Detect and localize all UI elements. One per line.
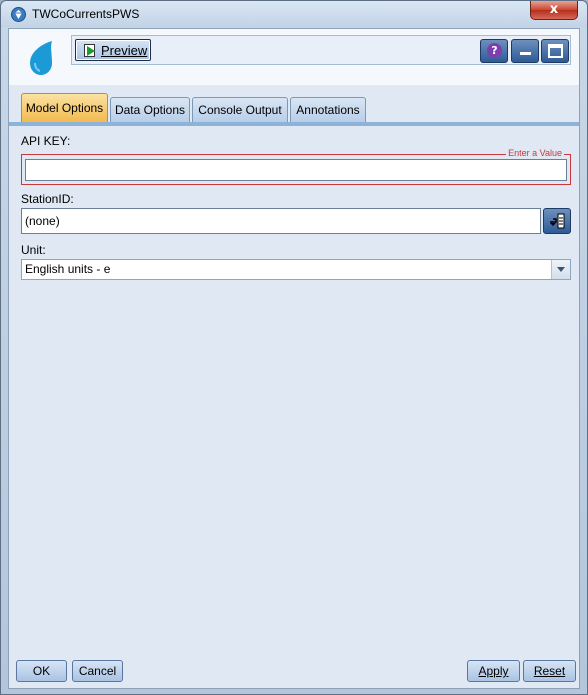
chevron-down-icon[interactable] [551, 260, 570, 279]
reset-button[interactable]: Reset [523, 660, 576, 682]
preview-label: Preview [101, 43, 148, 58]
tab-console-output[interactable]: Console Output [192, 97, 288, 123]
model-options-panel: API KEY: Enter a Value StationID: (none)… [9, 126, 579, 656]
help-button[interactable]: ? [480, 39, 508, 63]
window-title: TWCoCurrentsPWS [32, 7, 140, 21]
apply-button[interactable]: Apply [467, 660, 520, 682]
header-area: Preview ? [9, 29, 579, 85]
api-key-label: API KEY: [21, 134, 71, 148]
cancel-button[interactable]: Cancel [72, 660, 123, 682]
maximize-icon [548, 44, 563, 58]
maximize-button[interactable] [541, 39, 569, 63]
dialog-window: TWCoCurrentsPWS x Preview ? Model Option… [0, 0, 588, 695]
button-bar: OK Cancel Apply Reset [9, 656, 579, 688]
tab-data-options[interactable]: Data Options [110, 97, 190, 123]
water-drop-icon [30, 41, 52, 75]
tab-bar: Model Options Data Options Console Outpu… [21, 93, 571, 123]
minimize-icon [520, 52, 531, 55]
title-bar[interactable]: TWCoCurrentsPWS x [1, 1, 587, 27]
api-key-hint: Enter a Value [506, 148, 564, 158]
ok-button[interactable]: OK [16, 660, 67, 682]
app-diamond-icon [11, 7, 26, 22]
preview-button[interactable]: Preview [75, 39, 151, 61]
unit-select[interactable]: English units - e [21, 259, 571, 280]
api-key-input[interactable] [25, 159, 567, 181]
tab-annotations[interactable]: Annotations [290, 97, 366, 123]
field-picker-icon [550, 213, 565, 229]
dialog-body: Preview ? Model Options Data Options Con… [8, 28, 580, 689]
help-icon: ? [487, 43, 502, 58]
station-id-field[interactable]: (none) [21, 208, 541, 234]
station-id-label: StationID: [21, 192, 74, 206]
toolbar: Preview ? [71, 35, 571, 65]
minimize-button[interactable] [511, 39, 539, 63]
unit-value: English units - e [25, 262, 111, 276]
close-icon: x [549, 2, 559, 17]
close-button[interactable]: x [530, 1, 578, 20]
station-picker-button[interactable] [543, 208, 571, 234]
unit-label: Unit: [21, 243, 46, 257]
play-icon [84, 44, 95, 57]
tab-model-options[interactable]: Model Options [21, 93, 108, 123]
api-key-frame: Enter a Value [21, 148, 571, 185]
